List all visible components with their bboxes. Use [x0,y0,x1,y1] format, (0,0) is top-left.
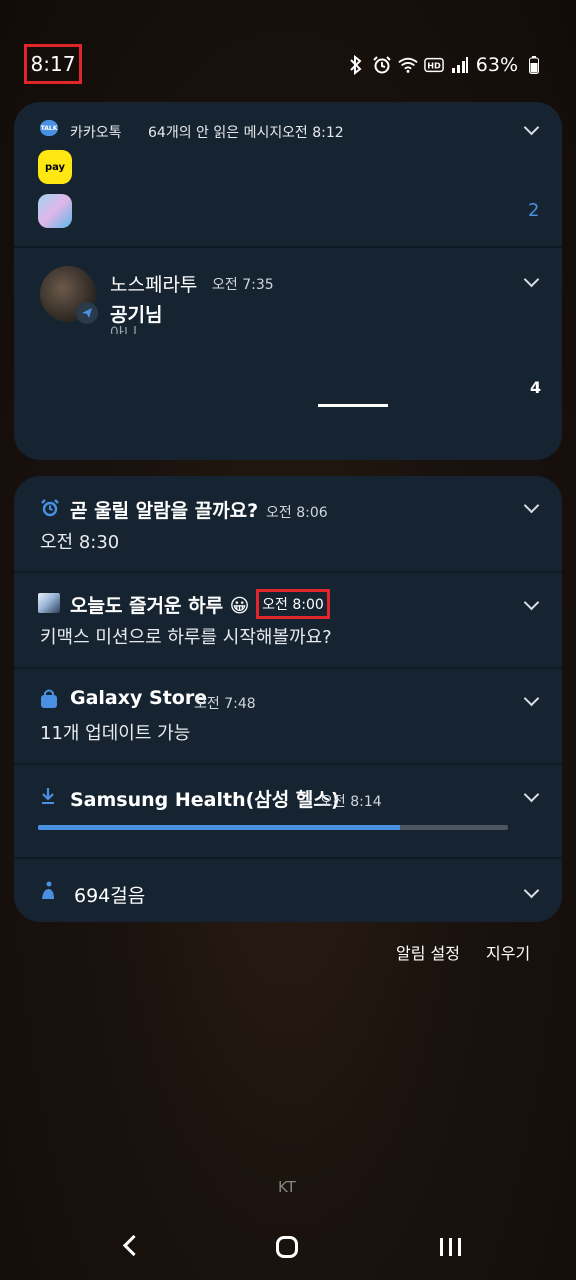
battery-icon [524,55,544,75]
download-progress-fill [38,825,400,830]
steps-label: 694걸음 [74,885,146,907]
samsung-health-time: 오전 8:14 [320,794,382,810]
kakao-pay-icon: pay [38,150,72,184]
galaxy-store-time: 오전 7:48 [194,696,256,712]
kimax-notification[interactable]: 오늘도 즐거운 하루 😀 오전 8:00 키맥스 미션으로 하루를 시작해볼까요… [14,573,562,667]
kakao-notification[interactable]: TALK 카카오톡 64개의 안 읽은 메시지 오전 8:12 pay 2 [14,102,562,246]
notification-settings-button[interactable]: 알림 설정 [396,940,460,964]
kakao-avatar [38,194,72,228]
bluetooth-icon [346,55,366,75]
alarm-icon [372,55,392,75]
status-time: 8:17 [30,52,76,76]
telegram-time: 오전 7:35 [212,277,274,293]
wifi-icon [398,55,418,75]
chevron-down-icon[interactable] [524,693,538,707]
clear-button[interactable]: 지우기 [486,940,530,964]
telegram-notification[interactable]: 노스페라투 오전 7:35 공기님 아니 4 [14,248,562,460]
galaxy-store-title: Galaxy Store [70,687,208,709]
back-button[interactable] [120,1238,136,1254]
kimax-time-highlight: 오전 8:00 [256,589,330,619]
group-count: 4 [530,378,542,397]
alarm-title: 곧 울릴 알람을 끌까요? [70,500,259,522]
galaxy-store-body: 11개 업데이트 가능 [40,723,191,744]
telegram-icon [76,302,98,324]
recent-apps-button[interactable] [440,1238,461,1256]
kimax-time: 오전 8:00 [262,597,324,613]
kimax-app-icon [38,593,60,613]
kimax-title: 오늘도 즐거운 하루 😀 [70,595,250,617]
alarm-icon [40,498,60,522]
alarm-notification[interactable]: 곧 울릴 알람을 끌까요? 오전 8:06 오전 8:30 [14,476,562,570]
chevron-down-icon[interactable] [524,885,538,899]
samsung-health-title: Samsung Health(삼성 헬스) [70,789,340,811]
pay-label: pay [44,161,66,173]
notification-group-messages: TALK 카카오톡 64개의 안 읽은 메시지 오전 8:12 pay 2 노스… [14,102,562,460]
samsung-health-notification[interactable]: Samsung Health(삼성 헬스) 오전 8:14 [14,765,562,857]
kakao-time: 오전 8:12 [282,125,344,141]
svg-text:HD: HD [427,61,441,71]
steps-notification[interactable]: 694걸음 [14,859,562,922]
kimax-body: 키맥스 미션으로 하루를 시작해볼까요? [40,627,332,648]
kakao-count: 2 [528,200,540,221]
download-progress-bar [38,825,508,830]
telegram-sender: 노스페라투 [110,274,198,296]
battery-percent: 63% [475,54,518,76]
alarm-body: 오전 8:30 [40,532,120,553]
home-button[interactable] [276,1236,298,1258]
notification-group-apps: 곧 울릴 알람을 끌까요? 오전 8:06 오전 8:30 오늘도 즐거운 하루… [14,476,562,922]
chevron-down-icon[interactable] [524,122,538,136]
chevron-down-icon[interactable] [524,500,538,514]
status-icons: HD 63% [346,54,544,76]
galaxy-store-icon [40,689,58,713]
status-clock: 8:17 [24,44,82,84]
status-bar: 8:17 HD 63% [0,44,576,88]
download-icon [40,787,56,809]
alarm-time: 오전 8:06 [266,505,328,521]
kakao-app-name: 카카오톡 [70,125,122,141]
chevron-down-icon[interactable] [524,597,538,611]
chevron-down-icon[interactable] [524,789,538,803]
walking-icon [40,881,56,905]
telegram-preview: 아니 [110,326,138,334]
telegram-message: 공기님 [110,304,163,326]
carrier-label: KT [278,1178,296,1196]
kakao-summary: 64개의 안 읽은 메시지 [148,125,283,141]
galaxy-store-notification[interactable]: Galaxy Store 오전 7:48 11개 업데이트 가능 [14,669,562,763]
page-indicator [318,404,388,407]
hd-icon: HD [423,55,444,75]
telegram-preview-clip: 아니 [110,326,138,334]
kakao-talk-icon: TALK [40,120,58,136]
chevron-down-icon[interactable] [524,274,538,288]
signal-icon [450,55,470,75]
